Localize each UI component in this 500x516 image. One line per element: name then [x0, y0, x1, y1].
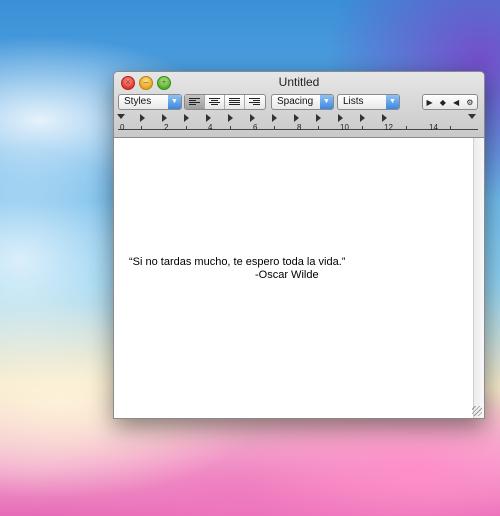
lists-popup[interactable]: Lists ▼ — [337, 94, 400, 110]
ruler-tick — [362, 126, 363, 130]
align-center-icon — [209, 98, 220, 106]
ruler[interactable]: 0 2 4 6 8 10 12 14 — [114, 114, 484, 136]
styles-label: Styles — [124, 96, 152, 107]
ruler-tick — [274, 126, 275, 130]
right-margin-marker[interactable] — [468, 114, 476, 119]
align-left-icon — [189, 98, 200, 106]
styles-popup[interactable]: Styles ▼ — [118, 94, 182, 110]
tab-stop-marker[interactable] — [294, 114, 299, 122]
tab-stop-marker[interactable] — [338, 114, 343, 122]
align-right-button[interactable] — [245, 95, 264, 109]
tab-stop-marker[interactable] — [228, 114, 233, 122]
quote-author[interactable]: -Oscar Wilde — [255, 269, 319, 281]
chevron-down-icon: ▼ — [320, 95, 333, 109]
resize-grip-icon[interactable] — [472, 406, 482, 416]
tab-stop-marker[interactable] — [316, 114, 321, 122]
quote-text[interactable]: “Si no tardas mucho, te espero toda la v… — [129, 256, 345, 268]
tab-stop-marker[interactable] — [162, 114, 167, 122]
ruler-number: 14 — [429, 123, 438, 132]
lists-label: Lists — [343, 96, 364, 107]
first-line-indent-marker[interactable] — [117, 114, 125, 119]
format-toolbar: Styles ▼ Spacing ▼ Lists ▼ ▶ ◆ ◀ ⚙ — [118, 94, 480, 112]
ruler-tick — [186, 126, 187, 130]
ruler-tick — [230, 126, 231, 130]
ruler-number: 4 — [208, 123, 213, 132]
spacing-label: Spacing — [277, 96, 314, 107]
right-tab-icon[interactable]: ▶ — [427, 98, 433, 107]
textedit-window: × – + Untitled Styles ▼ Spacing ▼ Lists … — [113, 71, 485, 419]
vertical-scrollbar[interactable] — [473, 138, 484, 418]
tab-stop-controls: ▶ ◆ ◀ ⚙ — [422, 94, 478, 110]
tab-stop-marker[interactable] — [360, 114, 365, 122]
window-chrome: × – + Untitled Styles ▼ Spacing ▼ Lists … — [114, 72, 484, 138]
tab-stop-marker[interactable] — [382, 114, 387, 122]
align-justify-icon — [229, 98, 240, 106]
chevron-down-icon: ▼ — [386, 95, 399, 109]
tab-stop-marker[interactable] — [250, 114, 255, 122]
ruler-number: 2 — [164, 123, 169, 132]
document-text-area[interactable]: “Si no tardas mucho, te espero toda la v… — [114, 138, 474, 418]
title-bar[interactable]: × – + Untitled — [114, 72, 484, 92]
ruler-number: 8 — [297, 123, 302, 132]
left-tab-icon[interactable]: ◀ — [453, 98, 459, 107]
tab-stop-marker[interactable] — [272, 114, 277, 122]
ruler-number: 12 — [384, 123, 393, 132]
alignment-control — [184, 94, 266, 110]
tab-stop-marker[interactable] — [206, 114, 211, 122]
ruler-tick — [141, 126, 142, 130]
decimal-tab-icon[interactable]: ⚙ — [466, 98, 473, 107]
ruler-tick — [450, 126, 451, 130]
tab-stop-marker[interactable] — [140, 114, 145, 122]
window-title: Untitled — [278, 75, 320, 89]
align-right-icon — [249, 98, 260, 106]
chevron-down-icon: ▼ — [168, 95, 181, 109]
align-justify-button[interactable] — [225, 95, 245, 109]
ruler-number: 0 — [120, 123, 125, 132]
spacing-popup[interactable]: Spacing ▼ — [271, 94, 334, 110]
ruler-tick — [406, 126, 407, 130]
align-center-button[interactable] — [205, 95, 225, 109]
align-left-button[interactable] — [185, 95, 205, 109]
ruler-number: 6 — [253, 123, 258, 132]
ruler-number: 10 — [340, 123, 349, 132]
center-tab-icon[interactable]: ◆ — [440, 98, 446, 107]
tab-stop-marker[interactable] — [184, 114, 189, 122]
ruler-tick — [318, 126, 319, 130]
